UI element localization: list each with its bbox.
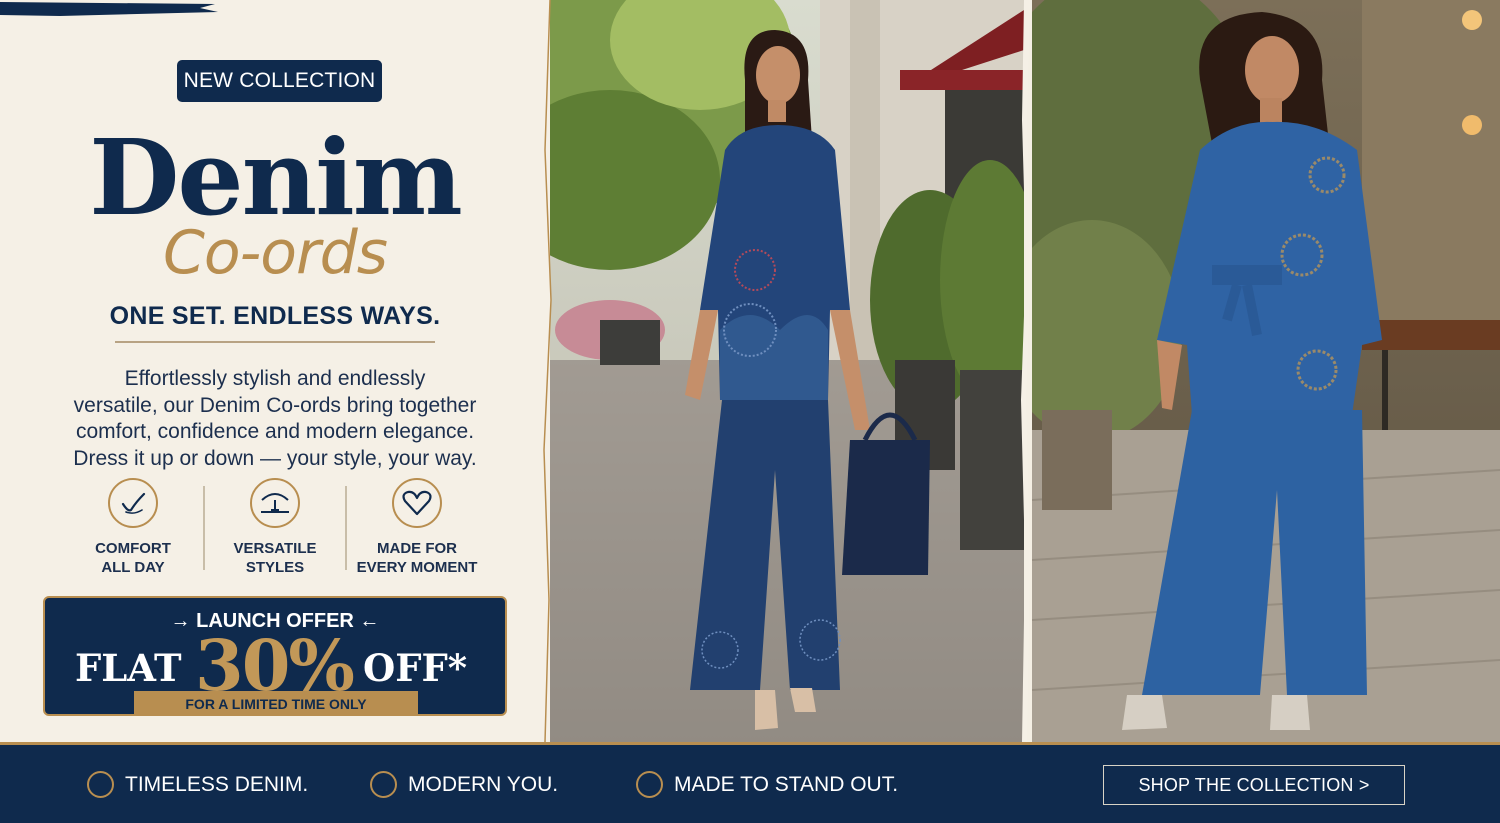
feature-comfort: COMFORT ALL DAY [62,478,204,577]
offer-flat-text: FLAT [75,646,182,690]
circle-icon [87,771,114,798]
bottom-item-label: MODERN YOU. [408,772,559,796]
feature-label: COMFORT ALL DAY [95,540,171,576]
bottom-item-stand-out: MADE TO STAND OUT. [636,771,898,798]
bottom-item-modern: MODERN YOU. [370,771,558,798]
tagline: ONE SET. ENDLESS WAYS. [109,302,441,330]
feature-label: VERSATILE STYLES [233,540,317,576]
brush-stroke-decoration [0,2,218,16]
description-line: comfort, confidence and modern elegance. [75,420,475,443]
page-subtitle: Co-ords [163,218,388,288]
circle-icon [636,771,663,798]
bottom-bar: TIMELESS DENIM. MODERN YOU. MADE TO STAN… [0,742,1500,823]
offer-off-text: OFF* [363,646,468,690]
circle-icon [370,771,397,798]
torn-edge-divider [517,0,552,742]
shop-collection-button[interactable]: SHOP THE COLLECTION > [1103,765,1405,805]
heart-icon [392,478,442,528]
tagline-divider [115,341,435,343]
bottom-item-label: TIMELESS DENIM. [125,772,309,796]
new-collection-badge: NEW COLLECTION [177,60,382,102]
check-circle-icon [108,478,158,528]
description-line: versatile, our Denim Co-ords bring toget… [73,393,477,417]
feature-moment: MADE FOR EVERY MOMENT [346,478,488,577]
model-photo-dark-denim [550,0,1024,742]
launch-offer-box: → LAUNCH OFFER ← FLAT 30% OFF* FOR A LIM… [43,596,507,716]
feature-list: COMFORT ALL DAY VERSATILE STYLES MADE FO… [62,478,492,578]
hanger-icon [250,478,300,528]
description-line: Effortlessly stylish and endlessly [124,367,426,390]
description-line: Dress it up or down — your style, your w… [73,446,477,470]
offer-note: FOR A LIMITED TIME ONLY [134,691,418,714]
feature-label: MADE FOR EVERY MOMENT [356,540,478,576]
model-photo-blue-denim [1032,0,1500,742]
promo-panel: NEW COLLECTION Denim Co-ords ONE SET. EN… [0,0,550,742]
bottom-item-timeless: TIMELESS DENIM. [87,771,308,798]
bottom-item-label: MADE TO STAND OUT. [674,772,899,796]
description: Effortlessly stylish and endlessly versa… [40,366,510,472]
feature-versatile: VERSATILE STYLES [204,478,346,577]
